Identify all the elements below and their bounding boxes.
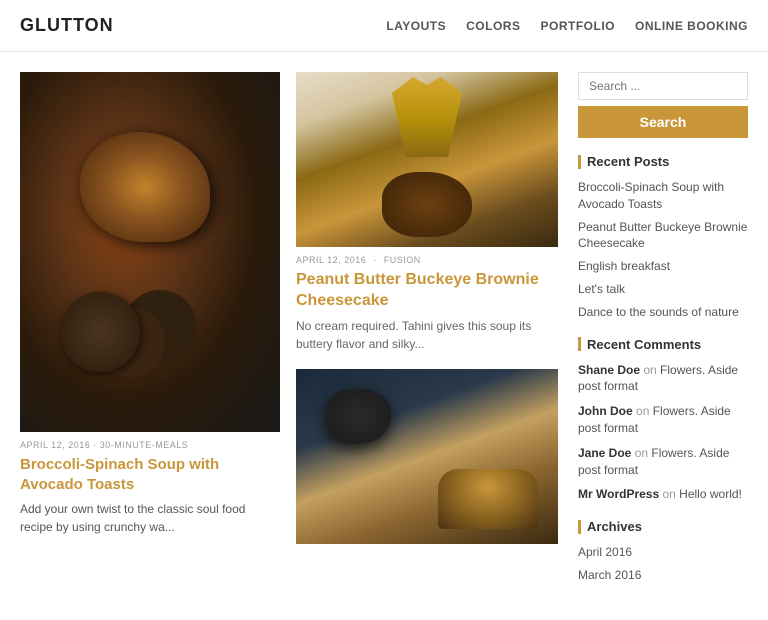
food-image-2 [296,72,558,247]
food-image-3 [296,369,558,544]
main-nav: LAYOUTS COLORS PORTFOLIO ONLINE BOOKING [386,19,748,33]
nav-portfolio[interactable]: PORTFOLIO [540,19,615,33]
recent-post-5[interactable]: Dance to the sounds of nature [578,304,748,321]
featured-post-title[interactable]: Broccoli-Spinach Soup with Avocado Toast… [20,455,280,494]
search-input[interactable] [578,72,748,100]
meta-separator: · [373,255,377,265]
recent-comments-title: Recent Comments [578,337,748,352]
comment-1-author: Shane Doe [578,363,640,377]
comment-2-author: John Doe [578,404,633,418]
archives-title: Archives [578,519,748,534]
sidebar: Search Recent Posts Broccoli-Spinach Sou… [578,72,748,600]
comment-3-on: on [635,446,652,460]
recent-post-4[interactable]: Let's talk [578,281,748,298]
comment-4-post[interactable]: Hello world! [679,487,742,501]
site-header: GLUTTON LAYOUTS COLORS PORTFOLIO ONLINE … [0,0,768,52]
content-area: APRIL 12, 2016 · 30-MINUTE-MEALS Broccol… [20,72,558,600]
posts-column: APRIL 12, 2016 · FUSION Peanut Butter Bu… [296,72,558,600]
featured-post: APRIL 12, 2016 · 30-MINUTE-MEALS Broccol… [20,72,280,600]
comment-3: Jane Doe on Flowers. Aside post format [578,445,748,479]
post-card-1: APRIL 12, 2016 · FUSION Peanut Butter Bu… [296,72,558,353]
recent-post-2[interactable]: Peanut Butter Buckeye Brownie Cheesecake [578,219,748,253]
comment-2: John Doe on Flowers. Aside post format [578,403,748,437]
post-meta-1: APRIL 12, 2016 · FUSION [296,255,558,265]
comment-4-author: Mr WordPress [578,487,659,501]
comment-2-on: on [636,404,653,418]
comment-4: Mr WordPress on Hello world! [578,486,748,503]
comment-4-on: on [662,487,679,501]
featured-post-image [20,72,280,432]
recent-post-1[interactable]: Broccoli-Spinach Soup with Avocado Toast… [578,179,748,213]
recent-post-3[interactable]: English breakfast [578,258,748,275]
comment-3-author: Jane Doe [578,446,631,460]
comment-1-on: on [643,363,660,377]
post-image-1 [296,72,558,247]
archives-section: Archives April 2016 March 2016 [578,519,748,584]
archive-1[interactable]: April 2016 [578,544,748,561]
post-date-1: APRIL 12, 2016 [296,255,366,265]
nav-online-booking[interactable]: ONLINE BOOKING [635,19,748,33]
main-container: APRIL 12, 2016 · 30-MINUTE-MEALS Broccol… [0,52,768,620]
recent-comments-section: Recent Comments Shane Doe on Flowers. As… [578,337,748,504]
recent-posts-section: Recent Posts Broccoli-Spinach Soup with … [578,154,748,321]
featured-post-excerpt: Add your own twist to the classic soul f… [20,500,280,536]
featured-post-meta: APRIL 12, 2016 · 30-MINUTE-MEALS [20,440,280,450]
search-button[interactable]: Search [578,106,748,138]
recent-posts-title: Recent Posts [578,154,748,169]
comment-1: Shane Doe on Flowers. Aside post format [578,362,748,396]
post-image-2 [296,369,558,544]
nav-colors[interactable]: COLORS [466,19,520,33]
site-logo: GLUTTON [20,15,114,36]
food-image-1 [20,72,280,432]
nav-layouts[interactable]: LAYOUTS [386,19,446,33]
archive-2[interactable]: March 2016 [578,567,748,584]
post-excerpt-1: No cream required. Tahini gives this sou… [296,317,558,353]
post-card-2 [296,369,558,544]
post-title-1[interactable]: Peanut Butter Buckeye Brownie Cheesecake [296,270,558,312]
post-category-1: FUSION [384,255,421,265]
